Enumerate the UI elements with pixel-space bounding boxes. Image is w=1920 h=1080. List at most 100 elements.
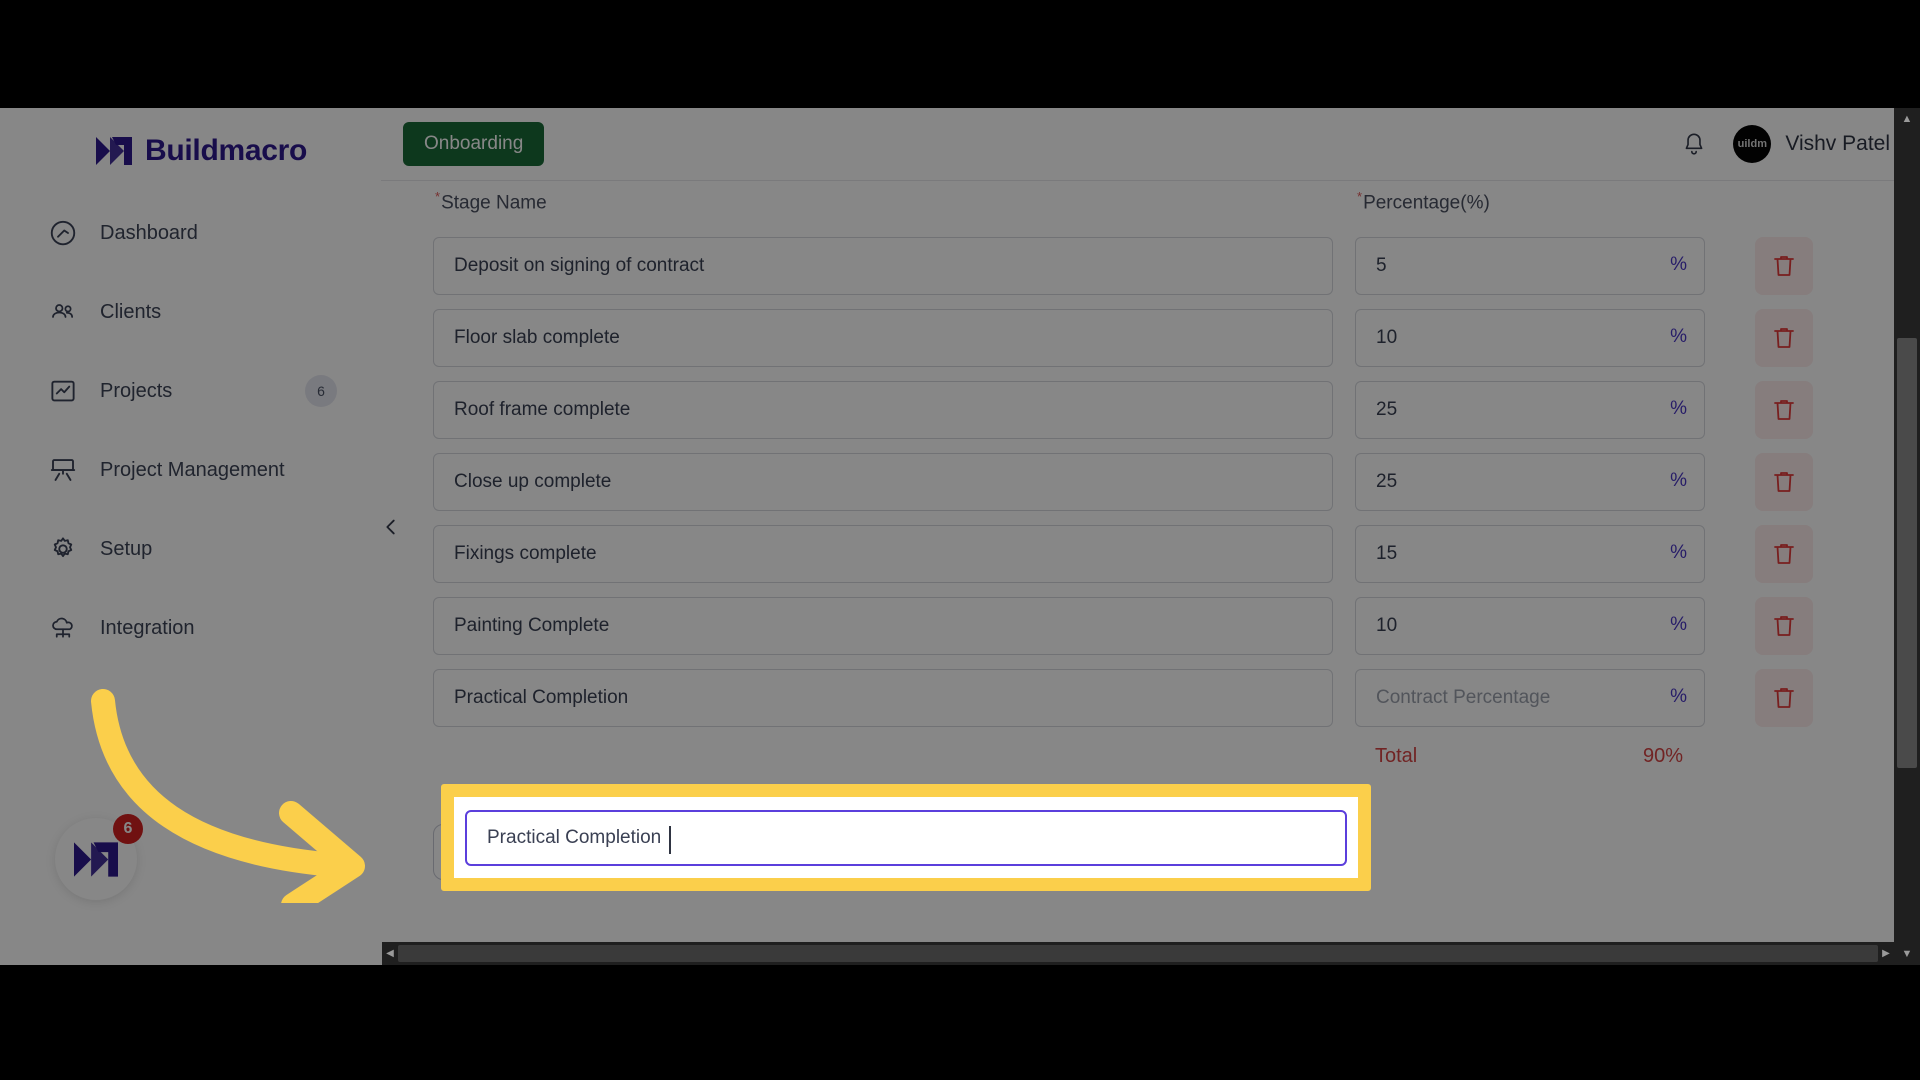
app-viewport: Buildmacro Dashboard Clients Projects 6 … [0,108,1920,965]
stage-name-input[interactable] [433,453,1333,511]
stage-name-input-focused[interactable] [465,809,1347,866]
brand-name: Buildmacro [145,134,308,167]
stage-rows: %%%%%% [433,237,1882,655]
trash-icon [1774,688,1794,708]
sidebar-collapse-toggle[interactable] [374,510,408,544]
sidebar-item-label: Dashboard [100,221,198,244]
stage-name-input[interactable] [433,309,1333,367]
table-row: % [433,525,1882,583]
total-value: 90% [1642,745,1683,767]
text-caret [669,826,671,854]
vertical-scrollbar-thumb[interactable] [1897,338,1917,768]
sidebar-item-label: Integration [100,616,195,639]
sidebar-item-setup[interactable]: Setup [0,524,381,574]
chart-box-icon [48,376,78,406]
delete-row-button[interactable] [1755,453,1813,511]
topbar: Onboarding uildm Vishv Patel [381,108,1920,181]
avatar: uildm [1733,125,1772,163]
speedometer-icon [48,218,78,248]
stage-name-input[interactable] [433,525,1333,583]
table-row: % [433,237,1882,295]
table-row: % [433,309,1882,367]
percentage-input-active[interactable] [1355,669,1705,727]
percentage-input[interactable] [1355,381,1705,439]
actions-header [1727,189,1827,237]
delete-row-button[interactable] [1755,309,1813,367]
delete-row-button[interactable] [1755,381,1813,439]
delete-row-button[interactable] [1755,669,1813,727]
stage-name-cell [433,453,1333,511]
caret-left-icon[interactable]: ◀ [382,942,398,965]
stage-name-input[interactable] [433,237,1333,295]
percentage-input[interactable] [1355,309,1705,367]
actions-cell [1727,237,1827,295]
sidebar-item-project-management[interactable]: Project Management [0,445,381,495]
sidebar-item-label: Setup [100,537,153,560]
stage-name-header: *Stage Name [433,189,1333,237]
actions-cell [1727,381,1827,439]
sidebar-fab[interactable]: 6 [55,814,143,900]
caret-up-icon[interactable]: ▲ [1894,108,1920,130]
sidebar-item-projects[interactable]: Projects 6 [0,366,381,416]
sidebar-item-badge: 6 [305,375,337,407]
trash-icon [1774,616,1794,636]
header-label: Stage Name [441,192,547,214]
user-menu[interactable]: uildm Vishv Patel [1733,125,1890,163]
cloud-network-icon [48,613,78,643]
trash-icon [1774,400,1794,420]
table-row: % [433,597,1882,655]
trash-icon [1774,544,1794,564]
percentage-header: *Percentage(%) [1355,189,1705,237]
percentage-input[interactable] [1355,597,1705,655]
onboarding-button[interactable]: Onboarding [403,122,545,166]
actions-cell [1727,525,1827,583]
horizontal-scrollbar[interactable]: ◀ ▶ [382,942,1894,965]
trash-icon [1774,256,1794,276]
required-marker: * [435,189,441,204]
caret-right-icon[interactable]: ▶ [1878,942,1894,965]
brand-logo[interactable]: Buildmacro [0,108,381,168]
total-row-wrapper: Total 90% [433,741,1882,768]
sidebar-item-label: Clients [100,300,162,323]
table-row: % [433,381,1882,439]
delete-row-button[interactable] [1755,597,1813,655]
delete-row-button[interactable] [1755,525,1813,583]
trash-icon [1774,328,1794,348]
total-row: Total 90% [1355,741,1705,768]
required-marker: * [1357,189,1363,204]
stage-name-input[interactable] [433,597,1333,655]
notification-badge: 6 [113,814,143,844]
actions-cell [1727,669,1827,727]
people-icon [48,297,78,327]
actions-cell [1727,453,1827,511]
percentage-input[interactable] [1355,453,1705,511]
header-label: Percentage(%) [1363,192,1490,214]
username-label: Vishv Patel [1785,132,1890,155]
stage-name-cell [433,525,1333,583]
percentage-input[interactable] [1355,237,1705,295]
percentage-cell: % [1355,453,1705,511]
percentage-cell: % [1355,525,1705,583]
percentage-cell: % [1355,669,1705,727]
sidebar-item-dashboard[interactable]: Dashboard [0,208,381,258]
stage-name-cell [433,381,1333,439]
stage-name-input-active[interactable] [433,669,1333,727]
gear-icon [48,534,78,564]
sidebar-item-label: Projects [100,379,173,402]
highlight-callout [441,784,1371,891]
horizontal-scrollbar-thumb[interactable] [398,945,1878,962]
percentage-cell: % [1355,597,1705,655]
percentage-cell: % [1355,381,1705,439]
percentage-input[interactable] [1355,525,1705,583]
chevron-left-icon [386,519,395,535]
actions-cell [1727,597,1827,655]
delete-row-button[interactable] [1755,237,1813,295]
caret-down-icon[interactable]: ▼ [1894,943,1920,965]
vertical-scrollbar[interactable]: ▲ ▼ [1894,108,1920,965]
sidebar-item-clients[interactable]: Clients [0,287,381,337]
stage-name-input[interactable] [433,381,1333,439]
total-label: Total [1375,745,1418,767]
bell-icon[interactable] [1681,130,1707,158]
table-row: % [433,453,1882,511]
sidebar-item-integration[interactable]: Integration [0,603,381,653]
